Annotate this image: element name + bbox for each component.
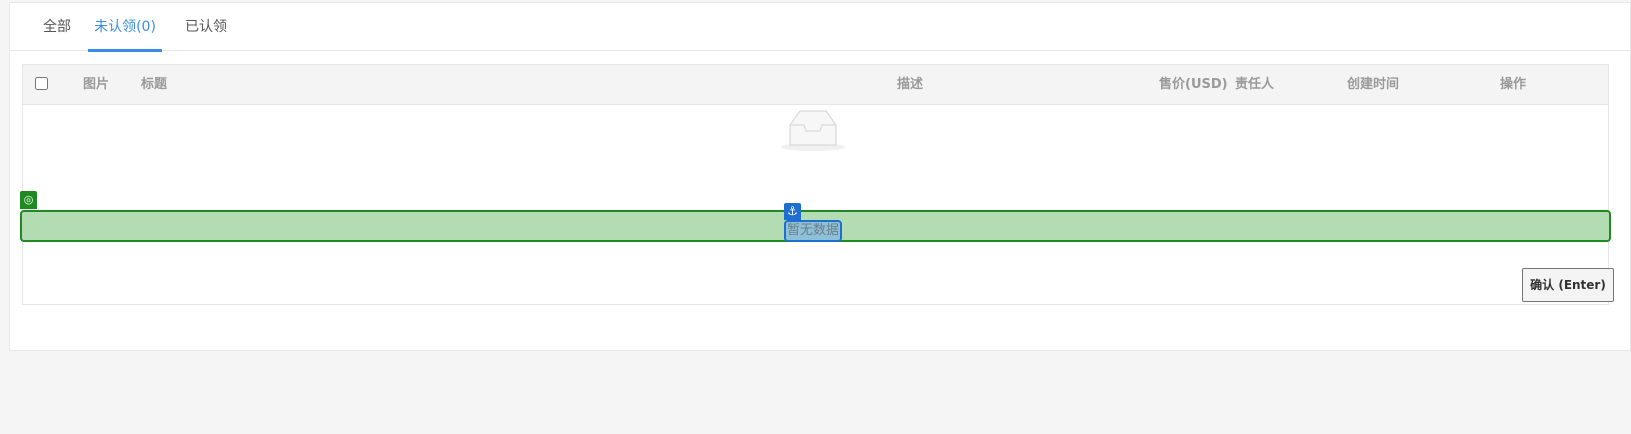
table-header: 图片 标题 描述 售价(USD) 责任人 创建时间 操作 [23,65,1608,105]
products-table: 图片 标题 描述 售价(USD) 责任人 创建时间 操作 [22,64,1609,305]
target-icon: ◎ [20,191,37,209]
tab-unclaimed[interactable]: 未认领(0) [88,3,162,52]
status-tabs: 全部(0) 未认领(0) 已认领(0) [10,3,1630,83]
select-all-checkbox-cell [35,77,48,90]
column-header-price: 售价(USD) [1159,77,1228,92]
tab-all[interactable]: 全部(0) [34,3,80,83]
anchor-icon: ⚓ [784,203,801,220]
select-all-checkbox[interactable] [35,77,48,90]
column-header-created-time: 创建时间 [1347,77,1400,92]
confirm-button[interactable]: 确认 (Enter) [1522,268,1614,302]
column-header-description: 描述 [897,77,924,92]
column-header-title: 标题 [141,77,168,92]
empty-state-text: 暂无数据 [784,220,842,242]
column-header-image: 图片 [83,77,110,92]
column-header-owner: 责任人 [1235,77,1275,92]
column-header-actions: 操作 [1500,77,1527,92]
main-card: 全部(0) 未认领(0) 已认领(0) 图片 标题 描述 售价(USD) 责任人… [9,2,1631,351]
tab-claimed[interactable]: 已认领(0) [176,3,236,83]
empty-inbox-icon [780,107,846,153]
